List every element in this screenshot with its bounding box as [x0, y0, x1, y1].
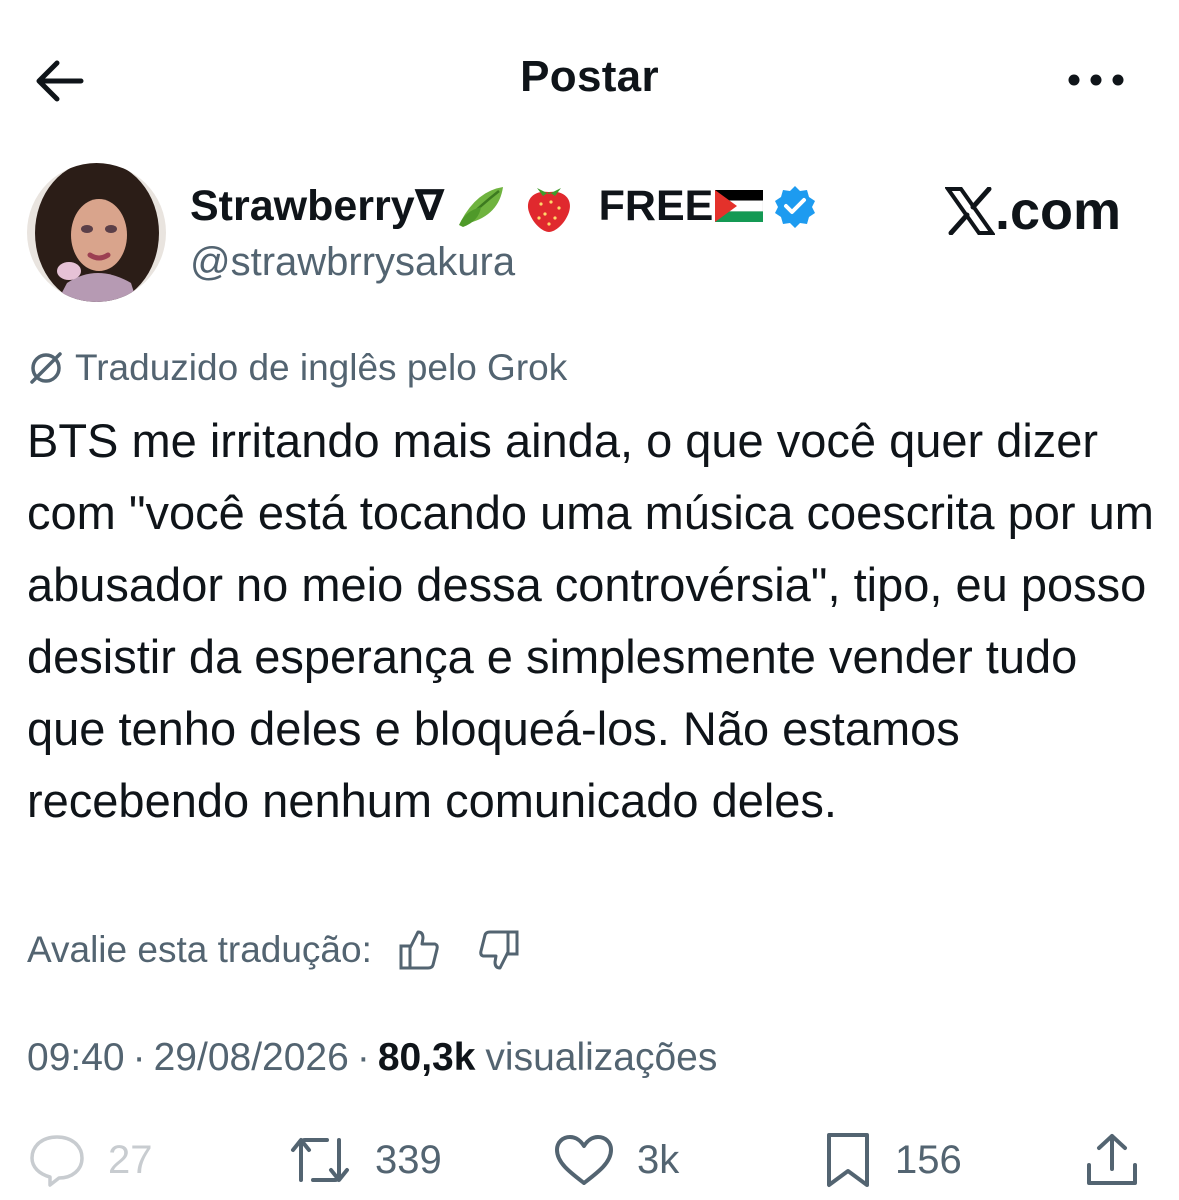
x-logo-icon	[945, 187, 995, 235]
verified-badge-icon	[773, 184, 817, 228]
like-button[interactable]: 3k	[553, 1125, 679, 1195]
rate-translation-label: Avalie esta tradução:	[27, 929, 372, 970]
palestine-flag-icon	[715, 190, 764, 222]
reply-icon	[30, 1135, 84, 1187]
heart-icon	[555, 1135, 613, 1185]
name-suffix-text: FREE	[598, 181, 714, 230]
bookmark-icon	[827, 1133, 869, 1187]
post-text: BTS me irritando mais ainda, o que você …	[27, 414, 1154, 827]
top-bar: Postar	[0, 0, 1179, 160]
author-display-name[interactable]: Strawberry∇ FREE	[190, 176, 817, 236]
page-title: Postar	[520, 52, 659, 101]
repost-count: 339	[375, 1137, 442, 1182]
watermark-text: .com	[995, 181, 1122, 241]
strawberry-icon	[521, 178, 577, 234]
reply-button[interactable]: 27	[28, 1125, 153, 1195]
meta-separator: ·	[356, 1036, 370, 1079]
post-meta: 09:40 · 29/08/2026 · 80,3k visualizações	[27, 1030, 717, 1086]
watermark: .com	[945, 180, 1121, 242]
translation-notice: Traduzido de inglês pelo Grok	[27, 343, 567, 393]
reply-count: 27	[108, 1137, 153, 1182]
repost-button[interactable]: 339	[287, 1125, 442, 1195]
thumbs-down-button[interactable]	[474, 925, 524, 975]
bookmark-count: 156	[895, 1137, 962, 1182]
more-options-button[interactable]	[1063, 55, 1129, 105]
translation-label: Traduzido de inglês pelo Grok	[75, 347, 568, 388]
avatar[interactable]	[27, 163, 166, 302]
repost-icon	[291, 1138, 349, 1182]
display-name-text: Strawberry∇	[190, 182, 445, 230]
like-count: 3k	[637, 1137, 680, 1182]
thumbs-up-button[interactable]	[394, 925, 444, 975]
share-icon	[1087, 1134, 1137, 1185]
avatar-photo	[27, 163, 166, 302]
views-count: 80,3k	[377, 1036, 476, 1079]
action-bar: 27 339 3k 156	[0, 1125, 1179, 1195]
more-horizontal-icon	[1068, 74, 1124, 86]
thumbs-up-icon	[399, 930, 439, 970]
herb-icon	[455, 181, 511, 231]
thumbs-down-icon	[479, 930, 519, 970]
post-time[interactable]: 09:40	[27, 1036, 125, 1080]
post-date[interactable]: 29/08/2026	[154, 1036, 349, 1080]
share-button[interactable]	[1083, 1125, 1141, 1195]
bookmark-button[interactable]: 156	[823, 1125, 962, 1195]
author-handle[interactable]: @strawbrrysakura	[190, 240, 515, 285]
grok-icon	[30, 352, 62, 384]
meta-separator: ·	[132, 1036, 146, 1079]
views-label: visualizações	[485, 1036, 718, 1079]
rate-translation: Avalie esta tradução:	[27, 922, 524, 978]
